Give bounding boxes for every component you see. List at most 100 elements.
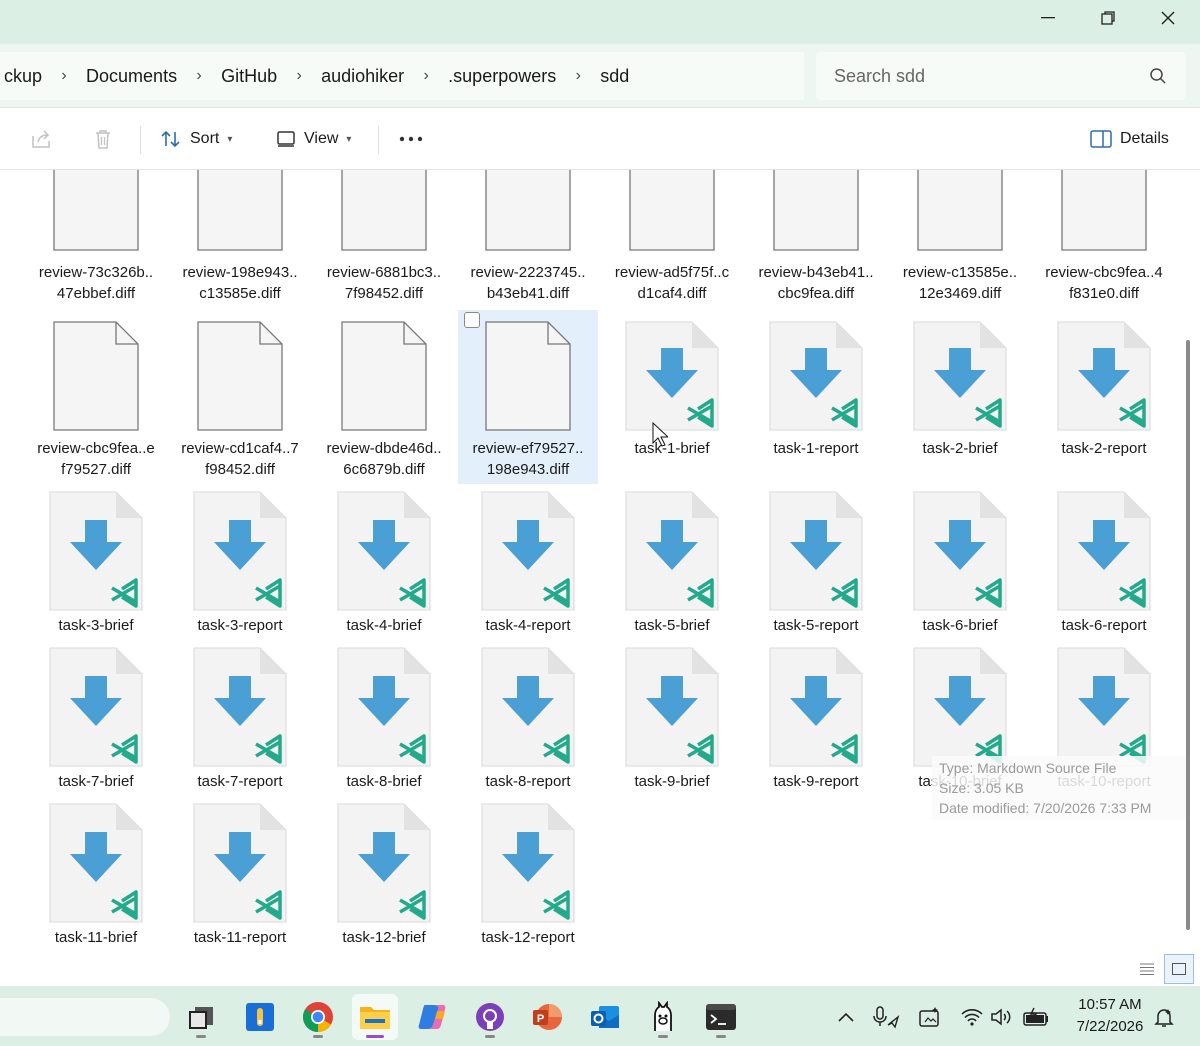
voice-access-button[interactable] [872, 1004, 900, 1030]
speaker-icon [991, 1008, 1011, 1026]
markdown-vscode-file-icon [913, 321, 1007, 431]
file-item[interactable]: task-7-report [170, 642, 310, 792]
taskbar-search[interactable] [0, 998, 170, 1036]
file-item[interactable]: review-c13585e.. 12e3469.diff [890, 170, 1030, 310]
file-item[interactable]: task-9-report [746, 642, 886, 792]
breadcrumb-item[interactable]: .superpowers [444, 66, 560, 87]
chrome-icon [302, 1002, 333, 1032]
restore-button[interactable] [1078, 0, 1138, 36]
powerpoint-button[interactable]: P [524, 994, 570, 1040]
file-item[interactable]: task-7-brief [26, 642, 166, 792]
breadcrumb-item[interactable]: Documents [82, 66, 181, 87]
file-item[interactable]: task-11-brief [26, 798, 166, 948]
delete-button[interactable] [92, 124, 114, 154]
file-item[interactable]: task-9-brief [602, 642, 742, 792]
file-item[interactable]: review-198e943.. c13585e.diff [170, 170, 310, 310]
breadcrumb-item[interactable]: ckup [0, 66, 46, 87]
volume-button[interactable] [988, 1004, 1016, 1030]
battery-button[interactable] [1022, 1004, 1050, 1030]
github-desktop-button[interactable] [467, 994, 513, 1040]
details-view-toggle[interactable] [1132, 954, 1162, 984]
file-item[interactable]: review-b43eb41.. cbc9fea.diff [746, 170, 886, 310]
breadcrumb[interactable]: ckup › Documents › GitHub › audiohiker ›… [0, 52, 804, 100]
chevron-right-icon[interactable]: › [408, 67, 444, 85]
file-item[interactable]: review-cbc9fea..4 f831e0.diff [1034, 170, 1174, 310]
notifications-button[interactable] [1150, 1004, 1178, 1030]
breadcrumb-item[interactable]: GitHub [217, 66, 281, 87]
outlook-button[interactable] [582, 994, 628, 1040]
notification-bell-icon [1154, 1009, 1174, 1027]
file-tooltip: Type: Markdown Source File Size: 3.05 KB… [932, 756, 1186, 820]
accessibility-button[interactable] [916, 1004, 944, 1030]
close-button[interactable] [1138, 0, 1198, 36]
task-view-button[interactable] [178, 994, 224, 1040]
vertical-scrollbar[interactable] [1186, 340, 1190, 930]
file-item[interactable]: review-73c326b.. 47ebbef.diff [26, 170, 166, 310]
file-item[interactable]: task-2-brief [890, 310, 1030, 460]
large-icons-view-toggle[interactable] [1164, 954, 1194, 984]
search-input[interactable]: Search sdd [816, 52, 1186, 100]
share-icon [32, 130, 50, 148]
file-item[interactable]: task-12-report [458, 798, 598, 948]
breadcrumb-item[interactable]: audiohiker [317, 66, 408, 87]
share-button[interactable] [30, 124, 52, 154]
outlook-icon [591, 1006, 619, 1028]
notepad-button[interactable] [237, 994, 283, 1040]
file-item[interactable]: review-6881bc3.. 7f98452.diff [314, 170, 454, 310]
copilot-button[interactable] [410, 994, 456, 1040]
details-pane-button[interactable]: Details [1090, 124, 1169, 154]
file-item[interactable]: review-ad5f75f..c d1caf4.diff [602, 170, 742, 310]
file-item[interactable]: task-5-report [746, 486, 886, 636]
file-item[interactable]: task-3-report [170, 486, 310, 636]
file-item[interactable]: review-ef79527.. 198e943.diff [458, 310, 598, 484]
markdown-vscode-file-icon [625, 321, 719, 431]
view-button[interactable]: View ▾ [276, 124, 351, 154]
file-explorer-button[interactable] [352, 994, 398, 1040]
file-item[interactable]: review-2223745.. b43eb41.diff [458, 170, 598, 310]
show-hidden-icons-button[interactable] [832, 1004, 860, 1030]
sort-icon [161, 130, 180, 148]
file-item[interactable]: task-4-brief [314, 486, 454, 636]
file-item[interactable]: task-6-report [1034, 486, 1174, 636]
file-grid[interactable]: review-73c326b.. 47ebbef.diff review-198e… [0, 170, 1186, 952]
markdown-vscode-file-icon [49, 647, 143, 767]
wifi-button[interactable] [958, 1004, 986, 1030]
chrome-button[interactable] [295, 994, 341, 1040]
terminal-button[interactable] [698, 994, 744, 1040]
file-name: task-5-brief [634, 617, 710, 634]
file-item[interactable]: review-cbc9fea..e f79527.diff [26, 310, 166, 478]
more-options-button[interactable] [399, 124, 423, 154]
markdown-vscode-file-icon [913, 647, 1007, 767]
file-name: task-5-report [773, 617, 859, 634]
file-item[interactable]: task-3-brief [26, 486, 166, 636]
file-item[interactable]: task-1-report [746, 310, 886, 460]
file-item[interactable]: task-11-report [170, 798, 310, 948]
battery-icon [1023, 1007, 1048, 1026]
file-item[interactable]: task-4-report [458, 486, 598, 636]
file-item[interactable]: task-1-brief [602, 310, 742, 460]
file-item[interactable]: review-cd1caf4..7 f98452.diff [170, 310, 310, 478]
chevron-down-icon: ▾ [346, 133, 352, 145]
system-clock[interactable]: 10:57 AM 7/22/2026 [1064, 994, 1156, 1038]
sort-label: Sort [190, 130, 220, 147]
file-item[interactable]: task-2-report [1034, 310, 1174, 460]
file-item[interactable]: review-dbde46d.. 6c6879b.diff [314, 310, 454, 478]
file-item[interactable]: task-8-report [458, 642, 598, 792]
chevron-right-icon[interactable]: › [281, 67, 317, 85]
markdown-vscode-file-icon [769, 321, 863, 431]
chevron-right-icon[interactable]: › [181, 67, 217, 85]
file-item[interactable]: task-5-brief [602, 486, 742, 636]
file-item[interactable]: task-8-brief [314, 642, 454, 792]
minimize-button[interactable] [1018, 0, 1078, 36]
markdown-vscode-file-icon [481, 647, 575, 767]
file-explorer-icon [360, 1007, 390, 1029]
breadcrumb-item[interactable]: sdd [596, 66, 633, 87]
sort-button[interactable]: Sort ▾ [160, 124, 232, 154]
chevron-right-icon[interactable]: › [46, 67, 82, 85]
powerpoint-icon: P [533, 1004, 562, 1030]
ollama-button[interactable] [640, 994, 686, 1040]
file-item[interactable]: task-12-brief [314, 798, 454, 948]
file-name: task-9-brief [634, 773, 710, 790]
chevron-right-icon[interactable]: › [560, 67, 596, 85]
file-item[interactable]: task-6-brief [890, 486, 1030, 636]
